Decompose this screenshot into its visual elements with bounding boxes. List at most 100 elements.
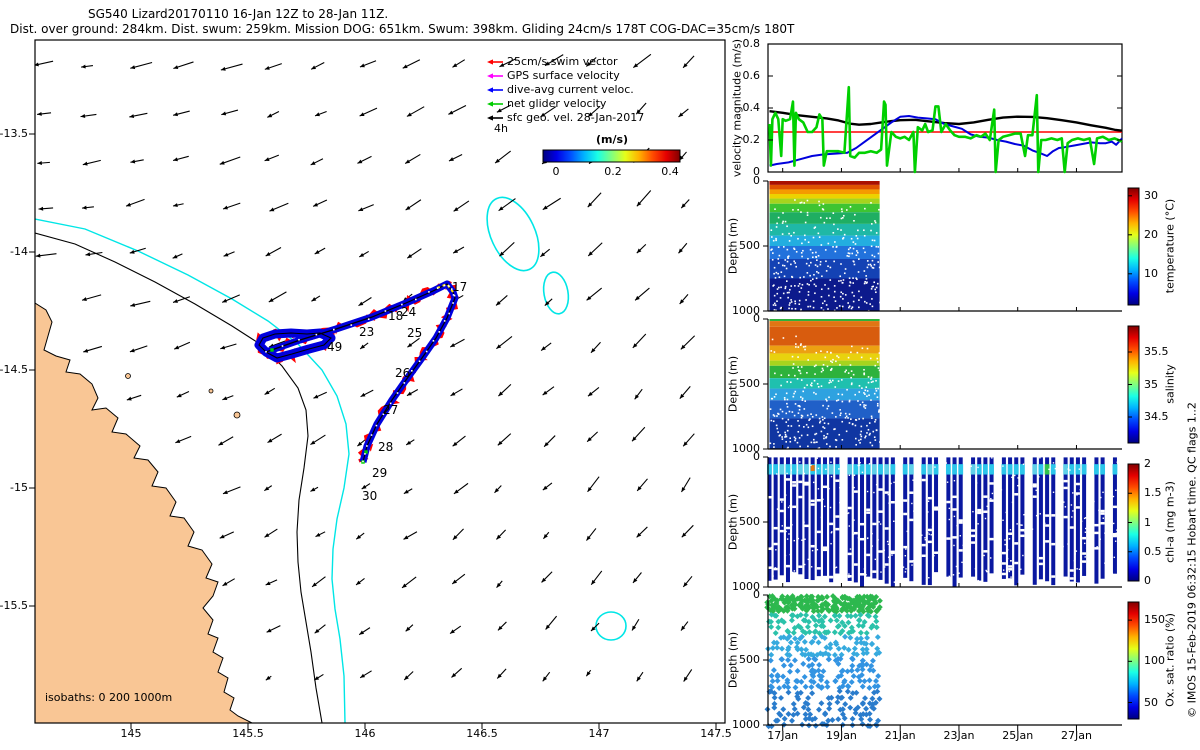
map-lon-tick-label: 147	[588, 727, 610, 740]
speckle	[796, 469, 799, 471]
speckle	[791, 571, 794, 574]
chl-surface-max	[797, 464, 803, 475]
speckle	[960, 582, 962, 585]
speckle	[779, 297, 782, 299]
speckle	[934, 506, 939, 509]
speckle	[801, 397, 804, 400]
speckle	[1106, 486, 1108, 488]
credit-text: © IMOS 15-Feb-2019 06:32:15 Hobart time.…	[1185, 402, 1199, 718]
speckle	[813, 227, 816, 229]
oxygen-point	[822, 710, 829, 717]
speckle	[814, 551, 817, 553]
speckle	[773, 272, 775, 275]
speckle	[847, 248, 850, 251]
speckle	[1069, 469, 1071, 471]
speckle	[785, 267, 788, 270]
speckle	[773, 266, 776, 269]
speckle	[814, 264, 817, 266]
speckle	[784, 285, 787, 288]
speckle	[889, 551, 892, 553]
speckle	[832, 212, 835, 215]
speckle	[803, 276, 805, 278]
speckle	[977, 511, 982, 514]
speckle	[874, 220, 876, 222]
speckle	[802, 249, 804, 252]
speckle	[780, 374, 783, 376]
speckle	[897, 526, 900, 528]
speckle	[933, 554, 935, 557]
speckle	[1098, 509, 1100, 512]
chl-surface-max	[828, 464, 834, 475]
speckle	[1001, 551, 1006, 555]
speckle	[846, 388, 848, 391]
gps-fix-dot	[436, 287, 439, 289]
speckle	[836, 355, 838, 357]
speckle	[816, 265, 819, 268]
speckle	[1113, 522, 1115, 525]
speckle	[796, 441, 799, 444]
speckle	[956, 524, 958, 527]
speckle	[1008, 568, 1013, 571]
current-arrowhead	[405, 205, 411, 211]
speckle	[770, 546, 773, 549]
speckle	[952, 508, 957, 511]
speckle	[785, 421, 788, 423]
speckle	[870, 381, 873, 383]
speckle	[876, 282, 879, 285]
date-tick-label: 19Jan	[825, 729, 857, 742]
speckle	[912, 479, 914, 481]
current-arrowhead	[130, 159, 136, 164]
speckle	[1010, 560, 1012, 562]
speckle	[890, 550, 895, 554]
speckle	[792, 481, 797, 484]
gps-fix-dot	[370, 434, 373, 436]
speckle	[860, 435, 863, 438]
speckle	[857, 229, 859, 232]
speckle	[825, 260, 827, 263]
speckle	[839, 275, 842, 278]
speckle	[803, 234, 806, 237]
chl-surface-max	[982, 464, 988, 475]
speckle	[866, 424, 868, 427]
speckle	[822, 418, 824, 421]
speckle	[866, 432, 868, 434]
speckle	[934, 466, 936, 468]
speckle	[873, 255, 876, 258]
speckle	[835, 479, 840, 482]
speckle	[797, 537, 800, 540]
dive-number: 25	[407, 326, 422, 340]
speckle	[1006, 549, 1009, 551]
speckle	[919, 551, 921, 553]
speckle	[876, 396, 879, 399]
speckle	[827, 287, 830, 290]
speckle	[877, 261, 879, 263]
speckle	[852, 241, 855, 243]
speckle	[815, 256, 817, 258]
oxygen-point	[800, 660, 807, 667]
speckle	[791, 355, 794, 358]
speckle	[946, 581, 951, 584]
speckle	[872, 570, 877, 573]
speckle	[797, 430, 800, 433]
salinity-band	[769, 378, 880, 389]
speckle	[771, 236, 773, 238]
speckle	[909, 491, 914, 494]
speckle	[1074, 571, 1076, 573]
speckle	[815, 364, 817, 367]
chl-surface-max	[1081, 464, 1087, 475]
speckle	[825, 443, 828, 445]
speckle	[830, 461, 832, 463]
oxygen-point	[827, 645, 834, 652]
speckle	[847, 506, 852, 510]
speckle	[822, 404, 824, 407]
speckle	[794, 285, 796, 287]
oxygen-point	[838, 651, 845, 658]
speckle	[783, 264, 786, 267]
speckle	[770, 350, 773, 352]
speckle	[825, 270, 828, 272]
speckle	[863, 548, 866, 550]
speckle	[790, 425, 793, 427]
speckle	[773, 396, 776, 398]
speckle	[1074, 553, 1076, 555]
chl-surface-max	[921, 464, 927, 475]
